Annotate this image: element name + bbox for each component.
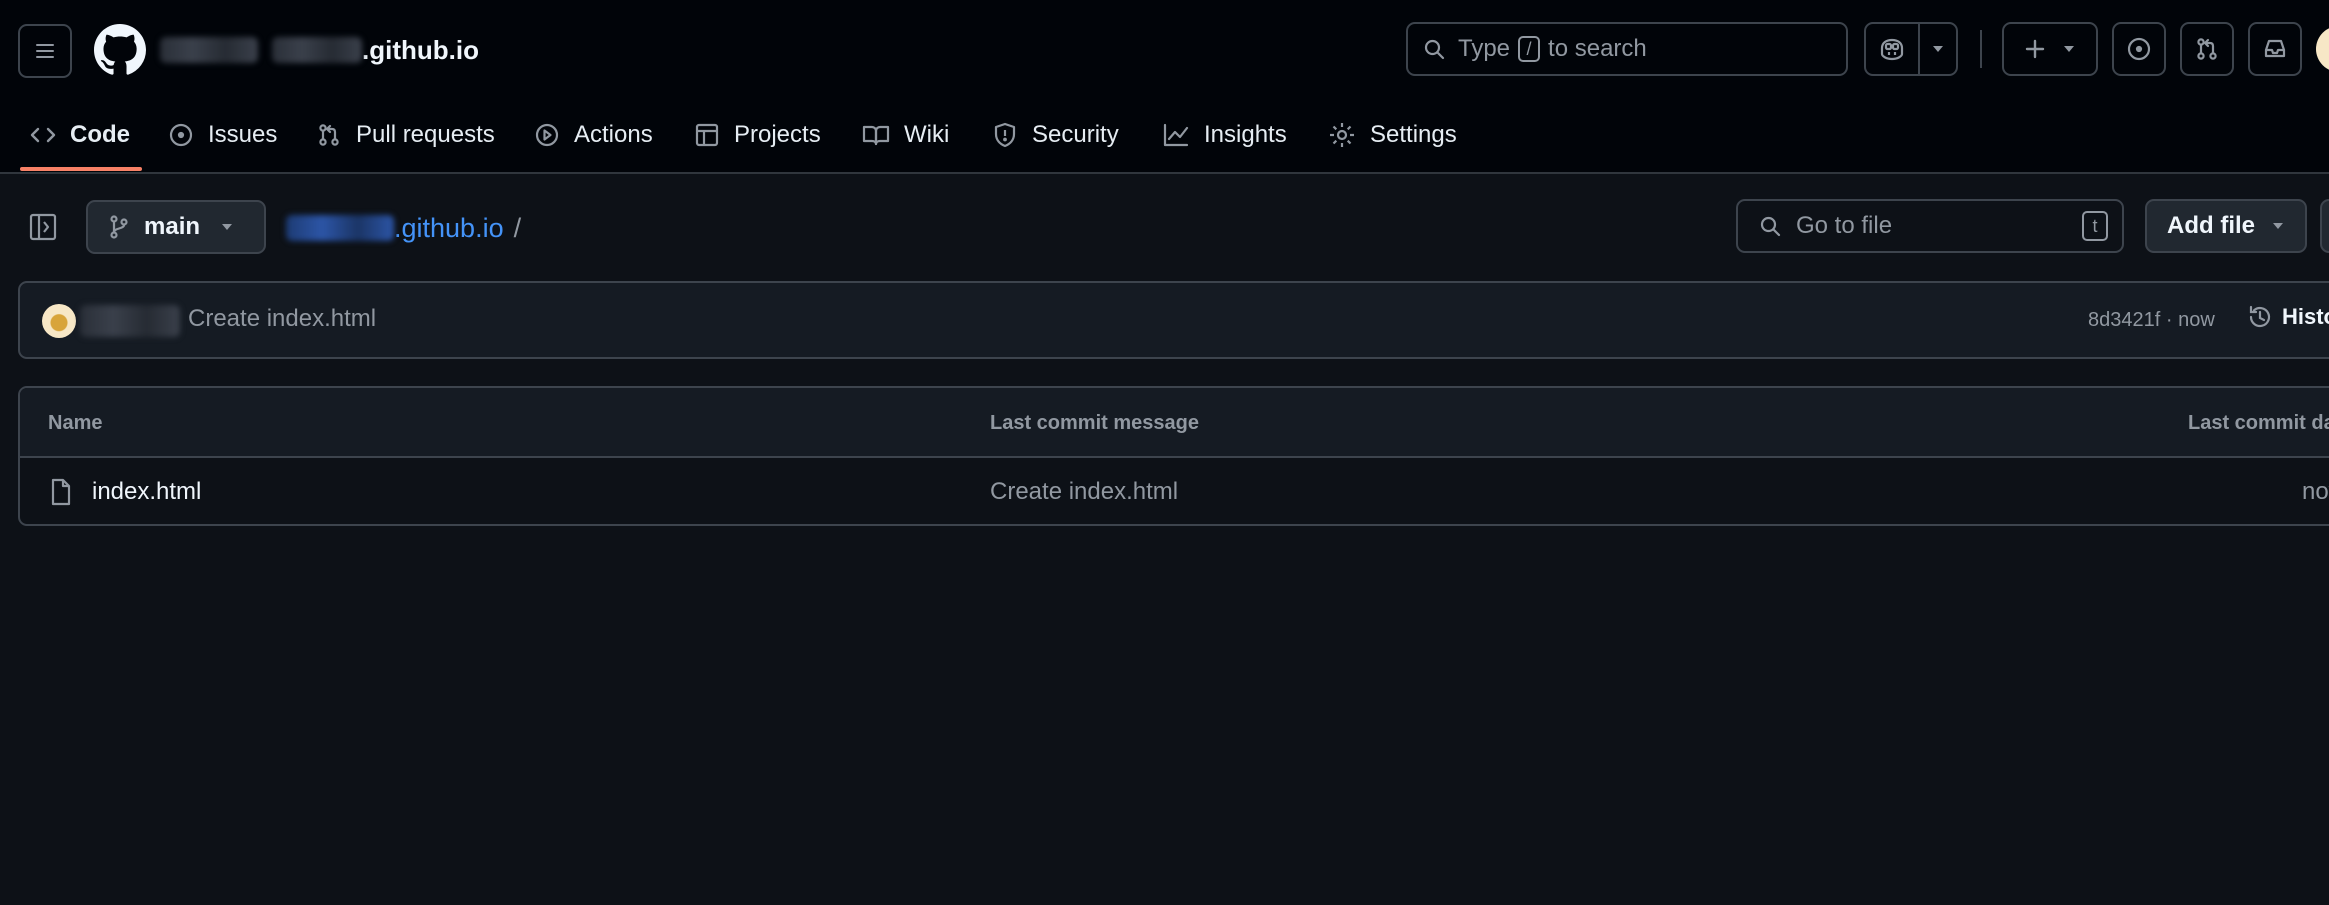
history-link[interactable]: History <box>2246 303 2329 331</box>
table-icon <box>694 122 720 148</box>
repo-title[interactable]: .github.io <box>160 28 479 72</box>
github-logo-icon[interactable] <box>94 24 146 76</box>
latest-commit-meta[interactable]: 8d3421f · now <box>2088 309 2215 332</box>
your-issues-button[interactable] <box>2112 22 2166 76</box>
file-icon <box>50 478 72 506</box>
file-name-link[interactable]: index.html <box>92 478 201 506</box>
issue-opened-icon <box>168 122 194 148</box>
expand-file-tree-icon[interactable] <box>28 212 58 242</box>
branch-selector[interactable]: main <box>86 200 266 254</box>
hamburger-icon <box>33 39 57 63</box>
history-label: History <box>2282 304 2329 329</box>
git-branch-icon <box>108 214 130 240</box>
tab-label: Wiki <box>904 121 950 148</box>
triangle-down-icon <box>220 222 234 232</box>
copilot-button[interactable] <box>1864 22 1920 76</box>
user-avatar[interactable] <box>2316 26 2329 72</box>
tab-label: Insights <box>1204 121 1287 148</box>
search-icon <box>1758 214 1782 238</box>
file-commit-message[interactable]: Create index.html <box>990 478 1178 506</box>
table-header: Name Last commit message Last commit dat… <box>20 388 2329 458</box>
redacted-repo-link <box>286 215 394 241</box>
code-menu-button[interactable] <box>2320 199 2329 253</box>
table-row[interactable]: index.html Create index.html now <box>20 458 2329 524</box>
go-to-file-placeholder: Go to file <box>1796 212 1893 239</box>
git-pull-request-icon <box>316 122 342 148</box>
your-pull-requests-button[interactable] <box>2180 22 2234 76</box>
copilot-icon <box>1878 36 1906 62</box>
column-header-last-commit-date: Last commit date <box>2188 412 2329 434</box>
latest-commit-message[interactable]: Create index.html <box>188 305 376 333</box>
tab-issues[interactable]: Issues <box>168 100 277 170</box>
tab-label: Security <box>1032 121 1119 148</box>
tab-actions[interactable]: Actions <box>534 100 653 170</box>
search-icon <box>1422 37 1446 61</box>
file-table: Name Last commit message Last commit dat… <box>18 386 2329 526</box>
tab-label: Projects <box>734 121 821 148</box>
search-shortcut-key: / <box>1518 36 1541 62</box>
graph-icon <box>1162 122 1190 148</box>
header-divider <box>1980 30 1982 68</box>
triangle-down-icon <box>2062 44 2076 54</box>
tab-code[interactable]: Code <box>20 100 142 171</box>
search-prefix: Type <box>1458 35 1511 62</box>
triangle-down-icon <box>1931 44 1945 54</box>
tab-label: Issues <box>208 121 278 148</box>
tab-label: Pull requests <box>356 121 495 148</box>
add-file-button[interactable]: Add file <box>2145 199 2307 253</box>
notifications-button[interactable] <box>2248 22 2302 76</box>
play-icon <box>534 122 560 148</box>
column-header-last-commit-message: Last commit message <box>990 412 1199 434</box>
go-to-file-input[interactable]: Go to file t <box>1736 199 2124 253</box>
file-commit-date: now <box>2302 478 2329 505</box>
repo-name-suffix: .github.io <box>362 34 479 65</box>
add-file-label: Add file <box>2167 212 2255 239</box>
branch-name: main <box>144 213 201 240</box>
triangle-down-icon <box>2271 221 2285 231</box>
copilot-menu-button[interactable] <box>1918 22 1958 76</box>
breadcrumb: .github.io / <box>286 210 521 246</box>
tab-projects[interactable]: Projects <box>694 100 821 170</box>
global-search-input[interactable]: Type / to search <box>1406 22 1848 76</box>
redacted-owner <box>160 37 258 63</box>
git-pull-request-icon <box>2194 36 2220 62</box>
tab-settings[interactable]: Settings <box>1328 100 1457 170</box>
inbox-icon <box>2262 36 2288 62</box>
column-header-name: Name <box>48 412 103 434</box>
redacted-repo-name <box>272 37 362 63</box>
tab-label: Settings <box>1370 121 1457 148</box>
redacted-commit-author <box>80 305 180 337</box>
shield-icon <box>992 122 1018 148</box>
tab-insights[interactable]: Insights <box>1162 100 1287 170</box>
code-icon <box>30 123 56 147</box>
search-suffix: to search <box>1548 35 1647 62</box>
go-to-file-shortcut-key: t <box>2082 211 2108 241</box>
latest-commit-bar: Create index.html 8d3421f · now History <box>18 281 2329 359</box>
issue-opened-icon <box>2126 36 2152 62</box>
create-new-button[interactable] <box>2002 22 2098 76</box>
breadcrumb-separator: / <box>513 212 522 243</box>
plus-icon <box>2024 38 2046 60</box>
tab-label: Code <box>70 121 130 148</box>
gear-icon <box>1328 121 1356 149</box>
breadcrumb-repo-link[interactable]: .github.io <box>394 213 504 244</box>
tab-pull-requests[interactable]: Pull requests <box>316 100 495 170</box>
history-icon <box>2246 303 2274 331</box>
tab-wiki[interactable]: Wiki <box>862 100 949 170</box>
menu-button[interactable] <box>18 24 72 78</box>
book-icon <box>862 123 890 147</box>
top-header: .github.io Type / to search Code Issues … <box>0 0 2329 174</box>
tab-label: Actions <box>574 121 653 148</box>
tab-security[interactable]: Security <box>992 100 1119 170</box>
commit-author-avatar[interactable] <box>42 304 76 338</box>
